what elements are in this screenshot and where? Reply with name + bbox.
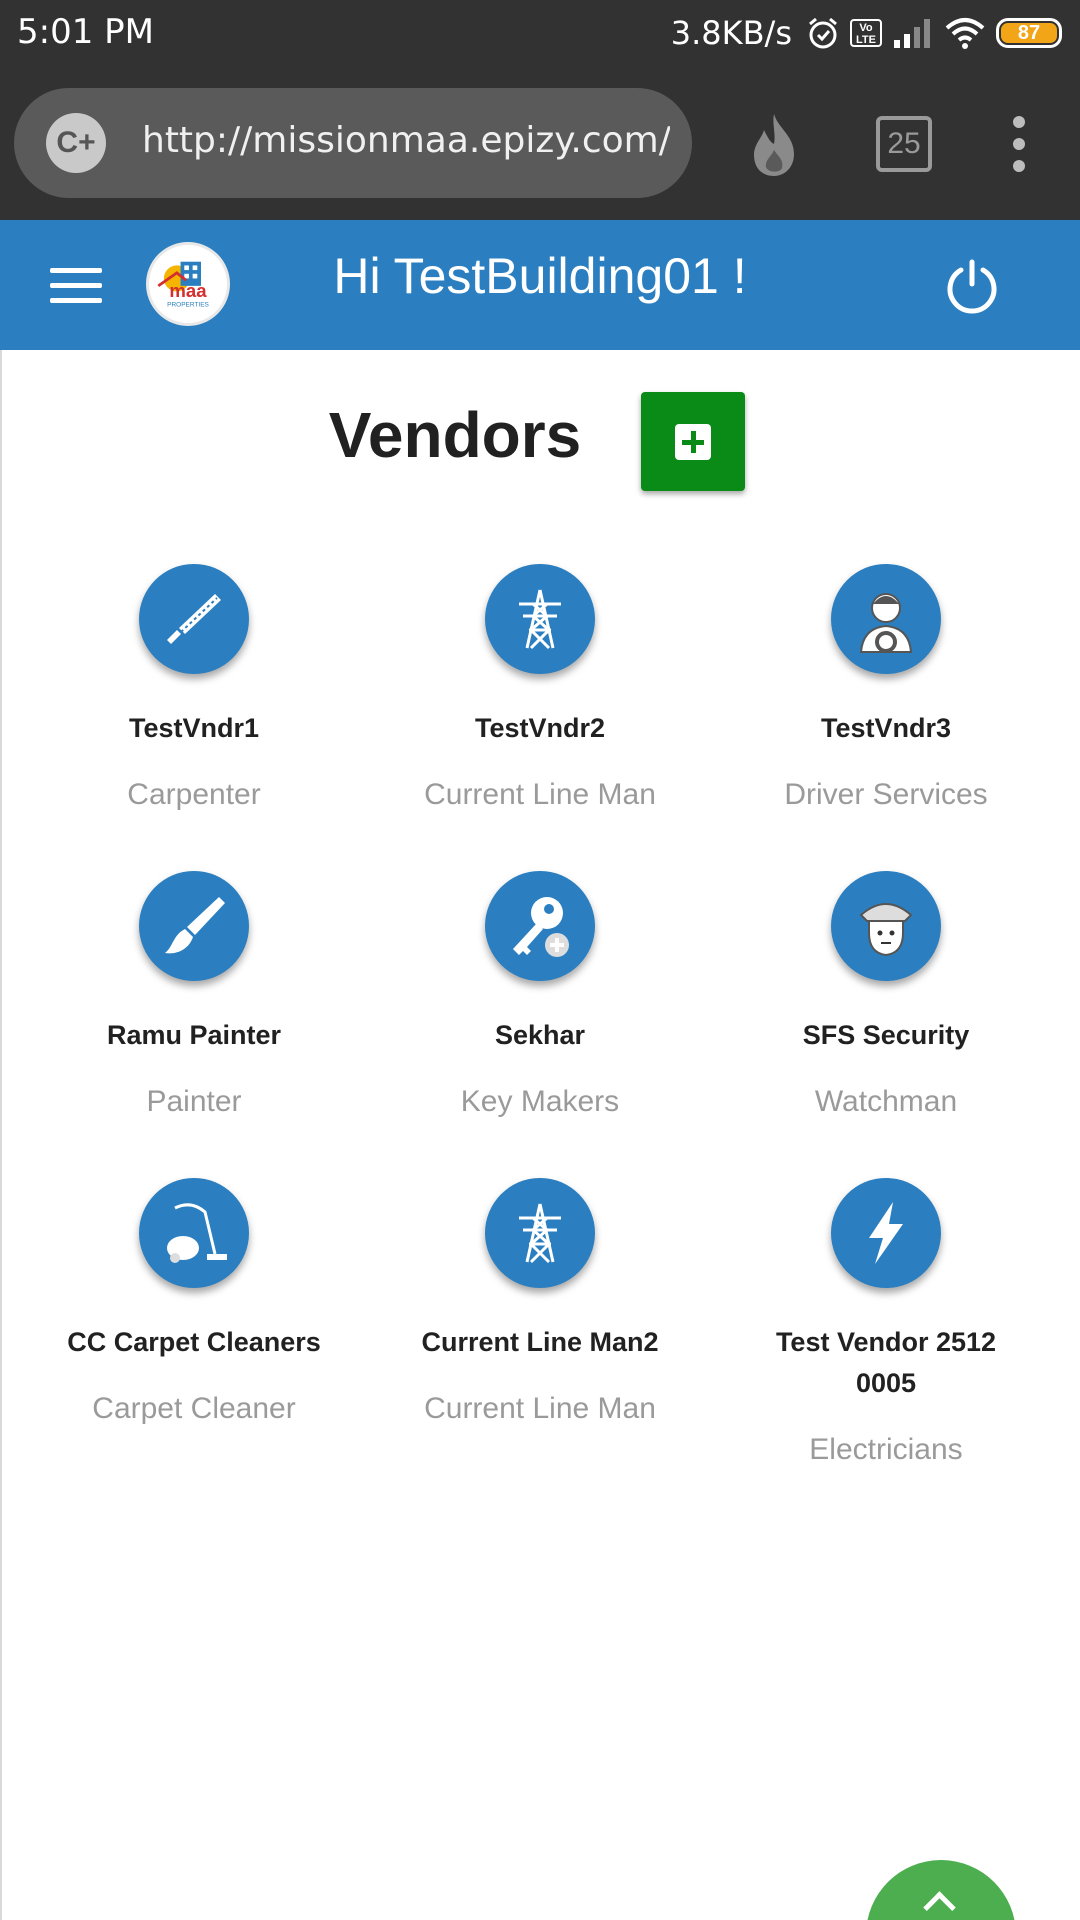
vendor-name: TestVndr1 [128, 713, 260, 743]
greeting-text: Hi TestBuilding01 ! [333, 248, 747, 304]
lightning-icon [831, 1178, 941, 1288]
driver-icon [831, 564, 941, 674]
vendor-card[interactable]: TestVndr2 Current Line Man [367, 564, 713, 813]
vendor-category: Current Line Man [424, 1392, 656, 1425]
vendor-card[interactable]: SFS Security Watchman [713, 871, 1059, 1120]
site-info-icon[interactable]: C+ [46, 113, 106, 173]
vendor-card[interactable]: TestVndr3 Driver Services [713, 564, 1059, 813]
network-speed: 3.8KB/s [670, 14, 792, 52]
vendor-category: Driver Services [784, 778, 988, 811]
logo-subtext: PROPERTIES [167, 301, 209, 308]
add-vendor-button[interactable] [641, 392, 745, 491]
vendor-category: Painter [146, 1085, 242, 1118]
vendor-card[interactable]: Test Vendor 2512 0005 Electricians [713, 1178, 1059, 1468]
vendor-card[interactable]: Sekhar Key Makers [367, 871, 713, 1120]
url-bar[interactable]: C+ http://missionmaa.epizy.com/v [14, 88, 692, 198]
vendor-name: SFS Security [802, 1020, 970, 1050]
vendor-category: Watchman [814, 1085, 958, 1118]
power-icon[interactable] [944, 258, 1000, 314]
tabs-icon[interactable]: 25 [876, 116, 932, 172]
saw-icon [139, 564, 249, 674]
paintbrush-icon [139, 871, 249, 981]
battery-level: 87 [1001, 23, 1057, 43]
vacuum-icon [139, 1178, 249, 1288]
maa-logo[interactable]: maa PROPERTIES [146, 242, 230, 326]
vendor-category: Key Makers [460, 1085, 620, 1118]
vendor-name: Current Line Man2 [421, 1327, 659, 1357]
fire-icon[interactable] [744, 110, 804, 180]
vendor-name: Sekhar [494, 1020, 586, 1050]
vendor-name: Test Vendor 2512 0005 [775, 1327, 997, 1398]
vendor-category: Current Line Man [424, 778, 656, 811]
url-text[interactable]: http://missionmaa.epizy.com/v [142, 120, 670, 161]
battery-icon: 87 [996, 18, 1062, 48]
power-tower-icon [485, 564, 595, 674]
guard-icon [831, 871, 941, 981]
hamburger-menu-icon[interactable] [50, 268, 102, 304]
logo-text: maa [169, 280, 207, 301]
plus-icon [675, 424, 711, 460]
vendor-card[interactable]: Current Line Man2 Current Line Man [367, 1178, 713, 1427]
wifi-icon [945, 18, 985, 49]
page-title: Vendors [328, 399, 582, 471]
status-bar: 5:01 PM 3.8KB/s Vo LTE 87 [0, 0, 1080, 66]
app-header: maa PROPERTIES Hi TestBuilding01 ! [0, 220, 1080, 350]
key-icon [485, 871, 595, 981]
vendor-category: Electricians [809, 1433, 963, 1466]
vendor-category: Carpet Cleaner [92, 1392, 296, 1425]
menu-dots-icon[interactable] [1004, 116, 1034, 172]
volte-icon: Vo LTE [850, 19, 882, 47]
alarm-icon [809, 17, 837, 49]
signal-icon [894, 19, 930, 48]
vendor-name: CC Carpet Cleaners [67, 1327, 321, 1357]
vendor-name: Ramu Painter [106, 1020, 282, 1050]
vendor-card[interactable]: TestVndr1 Carpenter [21, 564, 367, 813]
vendor-card[interactable]: CC Carpet Cleaners Carpet Cleaner [21, 1178, 367, 1427]
page-edge [0, 350, 2, 1920]
browser-toolbar: C+ http://missionmaa.epizy.com/v 25 [0, 66, 1080, 220]
vendor-name: TestVndr3 [820, 713, 952, 743]
vendor-card[interactable]: Ramu Painter Painter [21, 871, 367, 1120]
status-time: 5:01 PM [17, 12, 154, 52]
scroll-top-button[interactable] [866, 1860, 1016, 1920]
vendor-name: TestVndr2 [474, 713, 606, 743]
vendor-category: Carpenter [127, 778, 261, 811]
status-indicators: 3.8KB/s Vo LTE 87 [671, 10, 1062, 56]
power-tower-icon [485, 1178, 595, 1288]
